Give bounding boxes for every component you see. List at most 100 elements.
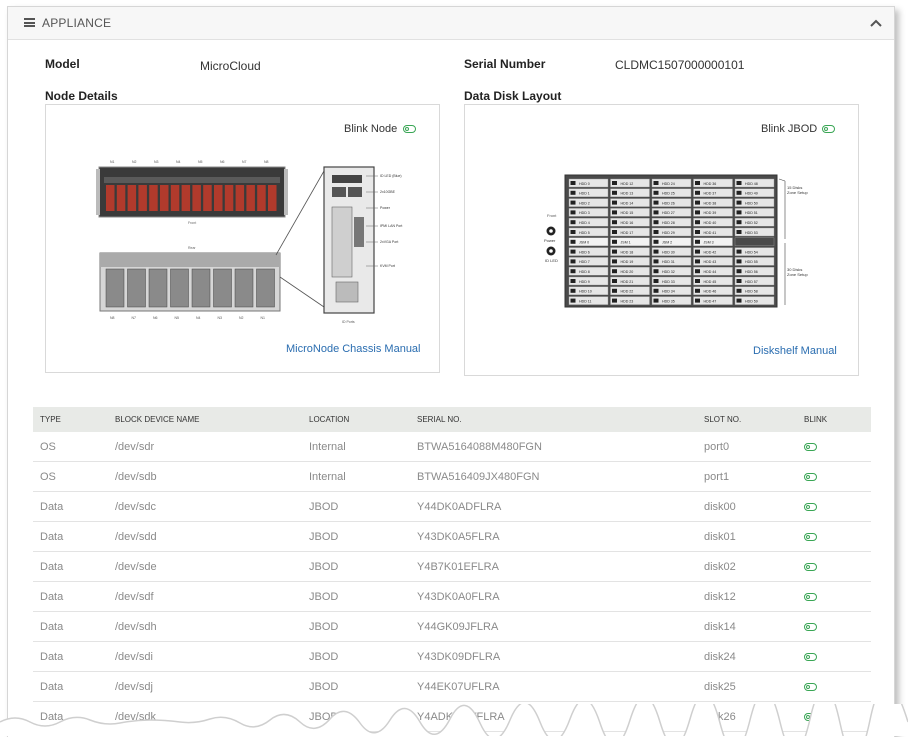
disk-latch (736, 288, 742, 293)
disk-slot-label: HDD 10 (579, 290, 592, 294)
disk-latch (736, 249, 742, 254)
blink-toggle-icon[interactable] (804, 443, 817, 451)
col-location[interactable]: LOCATION (302, 407, 410, 432)
diskshelf-manual-link[interactable]: Diskshelf Manual (753, 345, 837, 357)
disk-latch (612, 220, 617, 225)
disk-slot-label: HDD 5 (579, 231, 590, 235)
disk-slot-label: HDD 33 (662, 280, 675, 284)
cell-slot-no: disk25 (697, 671, 797, 702)
cell-slot-no: disk14 (697, 611, 797, 642)
disk-latch (570, 259, 576, 264)
callout-label: IPMI LAN Port (380, 224, 402, 228)
disk-slot-label: HDD 48 (745, 182, 758, 186)
disk-latch (612, 279, 617, 283)
disk-slot-label: HDD 57 (745, 280, 758, 284)
col-block-device-name[interactable]: BLOCK DEVICE NAME (108, 407, 302, 432)
node-details-label: Node Details (45, 89, 118, 103)
rear-node-slot (213, 268, 232, 308)
cell-serial-no: Y44DK0ADFLRA (410, 491, 697, 522)
list-icon (24, 18, 35, 27)
front-drive-bay (127, 185, 137, 211)
disk-slot (734, 237, 775, 247)
col-slot-no[interactable]: SLOT NO. (697, 407, 797, 432)
chevron-up-icon[interactable] (868, 15, 884, 31)
blink-node-toggle-icon[interactable] (403, 125, 416, 133)
disk-latch (653, 269, 659, 274)
data-disk-layout-panel: Blink JBOD Front Power ID LED HDD 0 HDD 1… (464, 104, 859, 376)
cell-serial-no: Y43DK09DFLRA (410, 641, 697, 672)
disk-latch (570, 288, 576, 293)
blink-toggle-icon[interactable] (804, 623, 817, 631)
disk-latch (570, 220, 576, 225)
cell-type: Data (33, 521, 108, 552)
disk-slot-label: HDD 7 (579, 260, 590, 264)
rear-slot-label: N8 (110, 316, 115, 320)
disk-latch (570, 181, 576, 185)
front-drive-bay (160, 185, 169, 211)
col-blink[interactable]: BLINK (797, 407, 871, 432)
cell-blink (797, 671, 871, 702)
disk-slot-label: HDD 46 (704, 290, 717, 294)
cell-slot-no: port1 (697, 461, 797, 492)
front-drive-bay (246, 185, 255, 211)
disk-slot-label: JSM 2 (662, 241, 672, 245)
disk-latch (695, 210, 700, 215)
blink-toggle-icon[interactable] (804, 473, 817, 481)
zone-bottom-label: 30 Disks Zone Setup (787, 267, 808, 277)
disk-latch (736, 210, 742, 215)
front-drive-bay (257, 185, 266, 211)
disk-slot-label: HDD 20 (621, 270, 634, 274)
front-caption: Front (188, 221, 196, 225)
blink-jbod-toggle-icon[interactable] (822, 125, 835, 133)
disk-slot-label: HDD 6 (579, 250, 590, 254)
cell-block-device-name: /dev/sdj (108, 671, 302, 702)
front-drive-bay (203, 185, 212, 211)
disk-slot-label: HDD 22 (621, 290, 634, 294)
appliance-header[interactable]: APPLIANCE (8, 7, 894, 40)
cell-block-device-name: /dev/sdd (108, 521, 302, 552)
blink-toggle-icon[interactable] (804, 593, 817, 601)
disk-latch (570, 200, 576, 205)
cell-slot-no: disk00 (697, 491, 797, 522)
rear-caption: Rear (188, 246, 196, 250)
cell-type: OS (33, 461, 108, 492)
col-serial-no[interactable]: SERIAL NO. (410, 407, 697, 432)
front-slot-label: N7 (242, 160, 247, 164)
blink-toggle-icon[interactable] (804, 563, 817, 571)
disk-latch (695, 279, 700, 283)
disk-slot-label: HDD 47 (704, 299, 717, 303)
disk-latch (612, 249, 617, 254)
blink-node-label: Blink Node (344, 123, 398, 135)
front-slot-label: N4 (176, 160, 181, 164)
disk-slot-label: HDD 52 (745, 221, 758, 225)
blink-toggle-icon[interactable] (804, 683, 817, 691)
front-drive-bay (181, 185, 191, 211)
rear-node-slot (234, 268, 254, 308)
table-row: Data/dev/sdh JBOD Y44GK09JFLRA disk14 (33, 611, 871, 642)
rear-node-slot (105, 268, 125, 308)
disk-slot-label: HDD 29 (662, 231, 675, 235)
disk-latch (695, 298, 700, 303)
disk-slot-label: HDD 30 (662, 250, 675, 254)
col-type[interactable]: TYPE (33, 407, 108, 432)
cell-type: Data (33, 641, 108, 672)
id-led-label: ID LED (545, 258, 558, 263)
cell-location: JBOD (302, 491, 410, 522)
blink-toggle-icon[interactable] (804, 533, 817, 541)
cell-slot-no: disk02 (697, 551, 797, 582)
front-drive-bay (224, 185, 234, 211)
blink-toggle-icon[interactable] (804, 653, 817, 661)
blink-toggle-icon[interactable] (804, 503, 817, 511)
disk-latch (612, 259, 617, 264)
disk-slot-label: HDD 4 (579, 221, 590, 225)
rear-slot-label: N7 (132, 316, 137, 320)
power-label: Power (544, 238, 556, 243)
disk-slot-label: HDD 24 (662, 182, 675, 186)
disk-latch (695, 190, 700, 195)
disk-latch (653, 190, 659, 195)
micronode-chassis-manual-link[interactable]: MicroNode Chassis Manual (286, 343, 421, 355)
disk-slot-label: HDD 26 (662, 201, 675, 205)
callout-label: 2xVGA Port (380, 240, 398, 244)
cell-slot-no: disk24 (697, 641, 797, 672)
disk-latch (612, 181, 617, 185)
